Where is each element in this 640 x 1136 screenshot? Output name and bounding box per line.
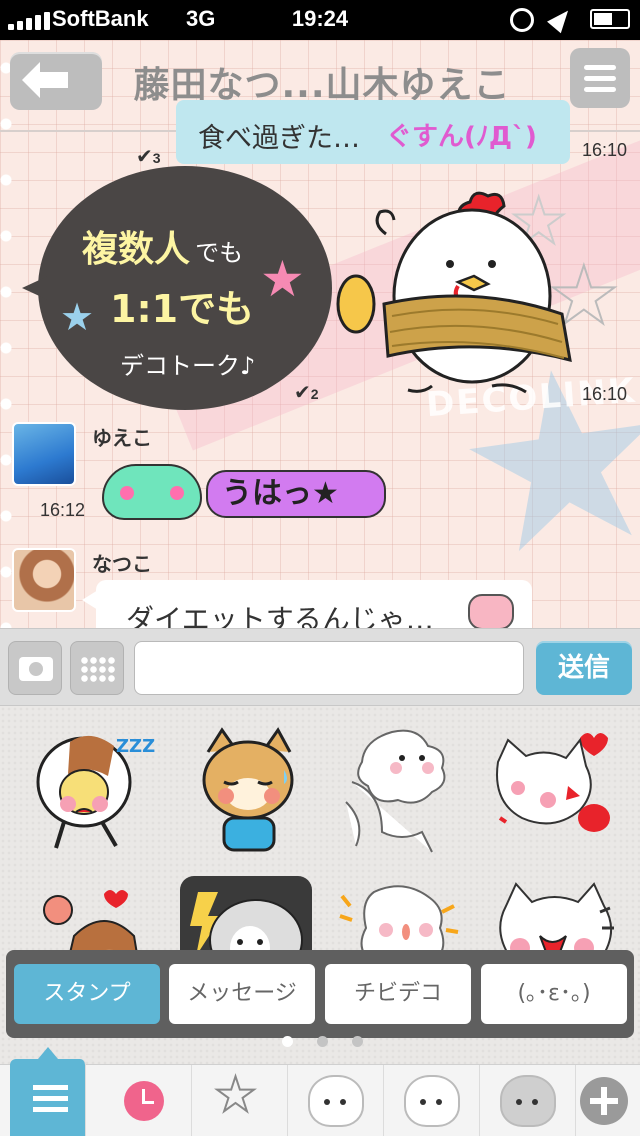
- camera-button[interactable]: [8, 641, 62, 695]
- svg-text:ZZZ: ZZZ: [116, 736, 155, 757]
- pig-emoji-icon: [468, 594, 514, 628]
- clock-icon: [124, 1081, 164, 1121]
- tab-history[interactable]: [96, 1065, 192, 1136]
- chat-area[interactable]: ★ ★ ★ DECOLINK 藤田なつ...山木ゆえこ 食べ過ぎた… ぐすん(ﾉ…: [0, 40, 640, 628]
- message-deco-text: ぐすん(ﾉД`): [386, 122, 537, 152]
- page-indicator: [282, 1036, 363, 1047]
- back-arrow-icon: [22, 62, 68, 98]
- message-time: 16:10: [582, 384, 628, 404]
- status-time: 19:24: [291, 6, 349, 31]
- alpaca-icon: [308, 1075, 364, 1127]
- pink-star-icon: ★: [260, 250, 305, 308]
- list-icon: [26, 1084, 68, 1113]
- sender-name: ゆえこ: [92, 426, 152, 450]
- frog-sticker[interactable]: [102, 464, 202, 520]
- tab-chibideco[interactable]: チビデコ: [325, 964, 471, 1024]
- message-text: ダイエットするんじゃ…: [126, 603, 434, 628]
- battery-icon: [590, 9, 630, 29]
- avatar[interactable]: [12, 422, 76, 486]
- tab-favorites[interactable]: ★: [192, 1065, 288, 1136]
- tab-sticker-set-cat[interactable]: [384, 1065, 480, 1136]
- promo-sticker[interactable]: 複数人 でも 1:1でも デコトーク♪ ★ ★: [22, 166, 332, 410]
- avatar[interactable]: [12, 548, 76, 612]
- read-count: 3: [152, 150, 161, 166]
- deco-text-sticker[interactable]: うはっ★: [206, 470, 386, 518]
- page-dot: [352, 1036, 363, 1047]
- add-sticker-set-button[interactable]: [580, 1077, 628, 1125]
- page-dot: [282, 1036, 293, 1047]
- rotation-lock-icon: [510, 8, 534, 32]
- message-time: 16:12: [40, 500, 86, 520]
- message-input[interactable]: [134, 641, 524, 695]
- keyboard-icon: [80, 656, 116, 682]
- sticker-set-tabbar: ★: [0, 1047, 640, 1136]
- message-text: 食べ過ぎた…: [198, 123, 360, 154]
- tab-kaomoji[interactable]: (｡･ε･｡): [481, 964, 627, 1024]
- sticker-panel: ZZZ スタンプ メッセージ チビデコ (｡･ε･｡): [0, 706, 640, 1064]
- read-receipt: ✔2: [294, 382, 319, 404]
- read-count: 2: [310, 386, 319, 402]
- send-button[interactable]: 送信: [536, 641, 632, 695]
- promo-line1-big: 複数人: [82, 229, 191, 270]
- promo-line3: デコトーク♪: [120, 352, 256, 380]
- keyboard-button[interactable]: [70, 641, 124, 695]
- blue-star-icon: ★: [60, 295, 95, 339]
- sticker-white-cat-sleeping[interactable]: [488, 722, 620, 854]
- tab-sticker-list[interactable]: [10, 1047, 86, 1136]
- promo-line2: 1:1でも: [110, 287, 255, 331]
- back-button[interactable]: [10, 52, 102, 110]
- sticker-shiba-dog[interactable]: [184, 722, 316, 854]
- promo-line1-small: でも: [195, 239, 244, 267]
- input-bar: 送信: [0, 628, 640, 706]
- grey-cat-icon: [500, 1075, 556, 1127]
- menu-icon: [584, 65, 616, 70]
- message-bubble[interactable]: 食べ過ぎた… ぐすん(ﾉД`): [176, 100, 570, 164]
- tab-stamp[interactable]: スタンプ: [14, 964, 160, 1024]
- tab-sticker-set-alpaca[interactable]: [288, 1065, 384, 1136]
- white-cat-icon: [404, 1075, 460, 1127]
- camera-icon: [19, 657, 53, 681]
- status-bar: SoftBank 3G 19:24: [0, 0, 640, 40]
- star-icon: ★: [213, 1067, 258, 1123]
- sticker-alpaca-running[interactable]: [332, 722, 464, 854]
- message-time: 16:10: [582, 140, 628, 160]
- menu-button[interactable]: [570, 48, 630, 108]
- category-bar: スタンプ メッセージ チビデコ (｡･ε･｡): [6, 950, 634, 1038]
- message-bubble[interactable]: ダイエットするんじゃ…: [82, 580, 532, 628]
- tab-message[interactable]: メッセージ: [169, 964, 315, 1024]
- page-dot: [317, 1036, 328, 1047]
- read-receipt: ✔3: [136, 146, 161, 168]
- sticker-cat-costume[interactable]: ZZZ: [24, 722, 156, 854]
- sender-name: なつこ: [92, 552, 152, 576]
- chicken-sticker[interactable]: [332, 186, 572, 406]
- tab-sticker-set-grey-cat[interactable]: [480, 1065, 576, 1136]
